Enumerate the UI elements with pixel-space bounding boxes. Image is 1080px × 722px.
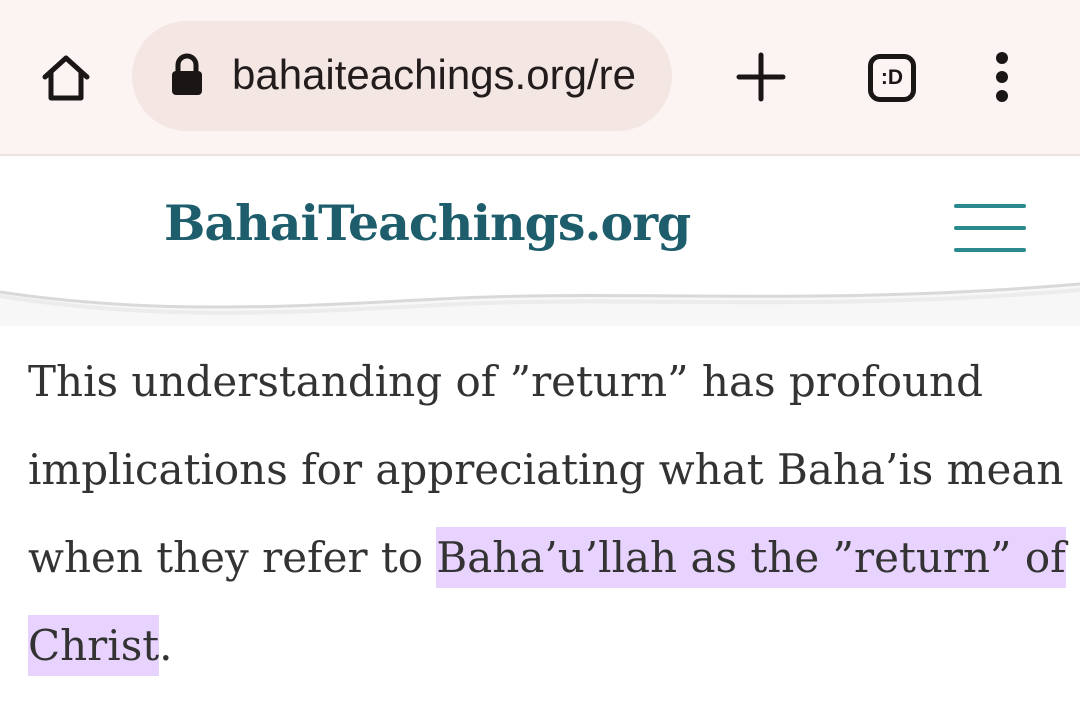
home-icon bbox=[42, 55, 90, 101]
site-logo-text[interactable]: BahaiTeachings.org bbox=[164, 194, 691, 252]
more-vert-icon bbox=[996, 52, 1008, 102]
article-paragraph: This understanding of ”return” has profo… bbox=[28, 338, 1068, 690]
logo-mark-icon bbox=[56, 182, 130, 278]
new-tab-button[interactable] bbox=[728, 44, 794, 110]
browser-toolbar: bahaiteachings.org/re :D bbox=[0, 0, 1080, 156]
url-text[interactable]: bahaiteachings.org/re bbox=[232, 49, 652, 101]
article-text-end: . bbox=[159, 621, 173, 670]
home-button[interactable] bbox=[34, 45, 98, 109]
address-bar[interactable]: bahaiteachings.org/re bbox=[132, 21, 672, 131]
tab-switcher-icon: :D bbox=[868, 54, 916, 102]
browser-menu-button[interactable] bbox=[980, 44, 1024, 110]
site-header: BahaiTeachings.org bbox=[0, 156, 1080, 326]
lock-icon bbox=[172, 53, 202, 95]
hamburger-menu-button[interactable] bbox=[954, 200, 1026, 256]
plus-icon bbox=[736, 52, 786, 102]
tab-switcher-button[interactable]: :D bbox=[862, 48, 922, 108]
